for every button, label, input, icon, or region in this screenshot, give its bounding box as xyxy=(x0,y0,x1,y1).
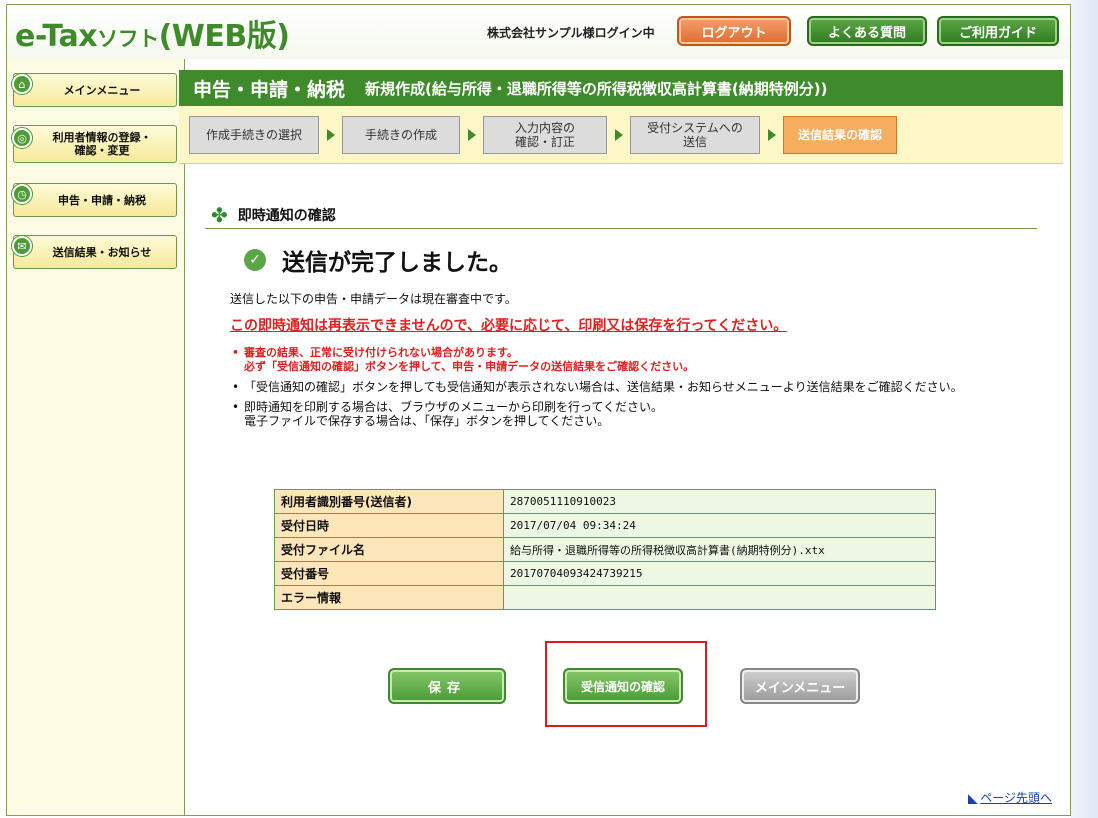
page-top-label: ページ先頭へ xyxy=(980,791,1052,805)
sidebar-item-main-menu[interactable]: ⌂ メインメニュー xyxy=(12,73,177,107)
step-arrow-icon xyxy=(615,129,623,141)
table-key: 受付日時 xyxy=(274,513,504,538)
logout-button[interactable]: ログアウト xyxy=(677,16,791,46)
arrow-up-icon: ◣ xyxy=(968,790,978,805)
table-value: 20170704093424739215 xyxy=(503,561,936,586)
save-button[interactable]: 保存 xyxy=(388,668,506,704)
table-value xyxy=(503,585,936,610)
table-value: 2017/07/04 09:34:24 xyxy=(503,513,936,538)
step-confirm: 入力内容の 確認・訂正 xyxy=(483,116,607,154)
home-icon: ⌂ xyxy=(12,74,32,94)
page-title: 申告・申請・納税 xyxy=(193,78,346,101)
table-key: エラー情報 xyxy=(274,585,504,610)
table-row: 利用者識別番号(送信者) 2870051110910023 xyxy=(274,489,936,514)
section-title: 即時通知の確認 xyxy=(237,207,336,224)
table-key: 受付番号 xyxy=(274,561,504,586)
page-subtitle: 新規作成(給与所得・退職所得等の所得税徴収高計算書(納期特例分)) xyxy=(365,79,828,98)
progress-steps: 作成手続きの選択 手続きの作成 入力内容の 確認・訂正 受付システムへの 送信 … xyxy=(179,106,1063,164)
guide-button[interactable]: ご利用ガイド xyxy=(937,16,1059,46)
step-arrow-icon xyxy=(768,129,776,141)
table-row: 受付日時 2017/07/04 09:34:24 xyxy=(274,513,936,538)
receive-notice-button[interactable]: 受信通知の確認 xyxy=(563,668,683,704)
sidebar: ⌂ メインメニュー ◎ 利用者情報の登録・ 確認・変更 ◷ 申告・申請・納税 ✉… xyxy=(7,59,185,815)
step-result: 送信結果の確認 xyxy=(783,116,897,154)
user-info-icon: ◎ xyxy=(12,128,32,148)
table-value: 2870051110910023 xyxy=(503,489,936,514)
clover-icon: ✤ xyxy=(211,202,228,227)
completion-message: ✓ 送信が完了しました。 xyxy=(244,243,512,277)
status-description: 送信した以下の申告・申請データは現在審査中です。 xyxy=(230,292,517,306)
page-title-bar: 申告・申請・納税 新規作成(給与所得・退職所得等の所得税徴収高計算書(納期特例分… xyxy=(179,70,1063,106)
step-arrow-icon xyxy=(327,129,335,141)
table-row: 受付番号 20170704093424739215 xyxy=(274,561,936,586)
sidebar-item-label: 申告・申請・納税 xyxy=(58,193,146,207)
table-row: 受付ファイル名 給与所得・退職所得等の所得税徴収高計算書(納期特例分).xtx xyxy=(274,537,936,562)
login-status: 株式会社サンプル様ログイン中 xyxy=(487,26,655,40)
completion-title: 送信が完了しました。 xyxy=(282,250,512,276)
sidebar-item-label: 送信結果・お知らせ xyxy=(52,245,152,259)
table-value: 給与所得・退職所得等の所得税徴収高計算書(納期特例分).xtx xyxy=(503,537,936,562)
etax-logo: e-Taxソフト(WEB版) xyxy=(15,19,290,54)
mail-icon: ✉ xyxy=(12,236,32,256)
main-menu-button[interactable]: メインメニュー xyxy=(740,668,860,704)
header: e-Taxソフト(WEB版) 株式会社サンプル様ログイン中 ログアウト よくある… xyxy=(7,5,1070,59)
section-header: ✤ 即時通知の確認 xyxy=(205,201,1037,229)
notes-list: 審査の結果、正常に受け付けられない場合があります。 必ず「受信通知の確認」ボタン… xyxy=(230,346,1050,434)
table-row: エラー情報 xyxy=(274,585,936,610)
check-icon: ✓ xyxy=(244,249,266,271)
receipt-info-table: 利用者識別番号(送信者) 2870051110910023 受付日時 2017/07… xyxy=(274,489,936,610)
sidebar-item-user-info[interactable]: ◎ 利用者情報の登録・ 確認・変更 xyxy=(12,125,177,163)
sidebar-item-results[interactable]: ✉ 送信結果・お知らせ xyxy=(12,235,177,269)
sidebar-item-label: 利用者情報の登録・ 確認・変更 xyxy=(52,131,152,157)
sidebar-item-filing[interactable]: ◷ 申告・申請・納税 xyxy=(12,183,177,217)
step-select: 作成手続きの選択 xyxy=(189,116,319,154)
list-item: 審査の結果、正常に受け付けられない場合があります。 必ず「受信通知の確認」ボタン… xyxy=(230,346,1050,374)
list-item: 「受信通知の確認」ボタンを押しても受信通知が表示されない場合は、送信結果・お知ら… xyxy=(230,380,1050,394)
table-key: 利用者識別番号(送信者) xyxy=(274,489,504,514)
step-send: 受付システムへの 送信 xyxy=(630,116,760,154)
page-top-link[interactable]: ◣ ページ先頭へ xyxy=(968,789,1052,806)
clock-icon: ◷ xyxy=(12,184,32,204)
step-create: 手続きの作成 xyxy=(342,116,460,154)
warning-text: この即時通知は再表示できませんので、必要に応じて、印刷又は保存を行ってください。 xyxy=(230,318,788,334)
step-arrow-icon xyxy=(468,129,476,141)
sidebar-item-label: メインメニュー xyxy=(63,83,141,97)
list-item: 即時通知を印刷する場合は、ブラウザのメニューから印刷を行ってください。 電子ファ… xyxy=(230,400,1050,428)
faq-button[interactable]: よくある質問 xyxy=(807,16,927,46)
window-background xyxy=(1071,0,1098,818)
table-key: 受付ファイル名 xyxy=(274,537,504,562)
